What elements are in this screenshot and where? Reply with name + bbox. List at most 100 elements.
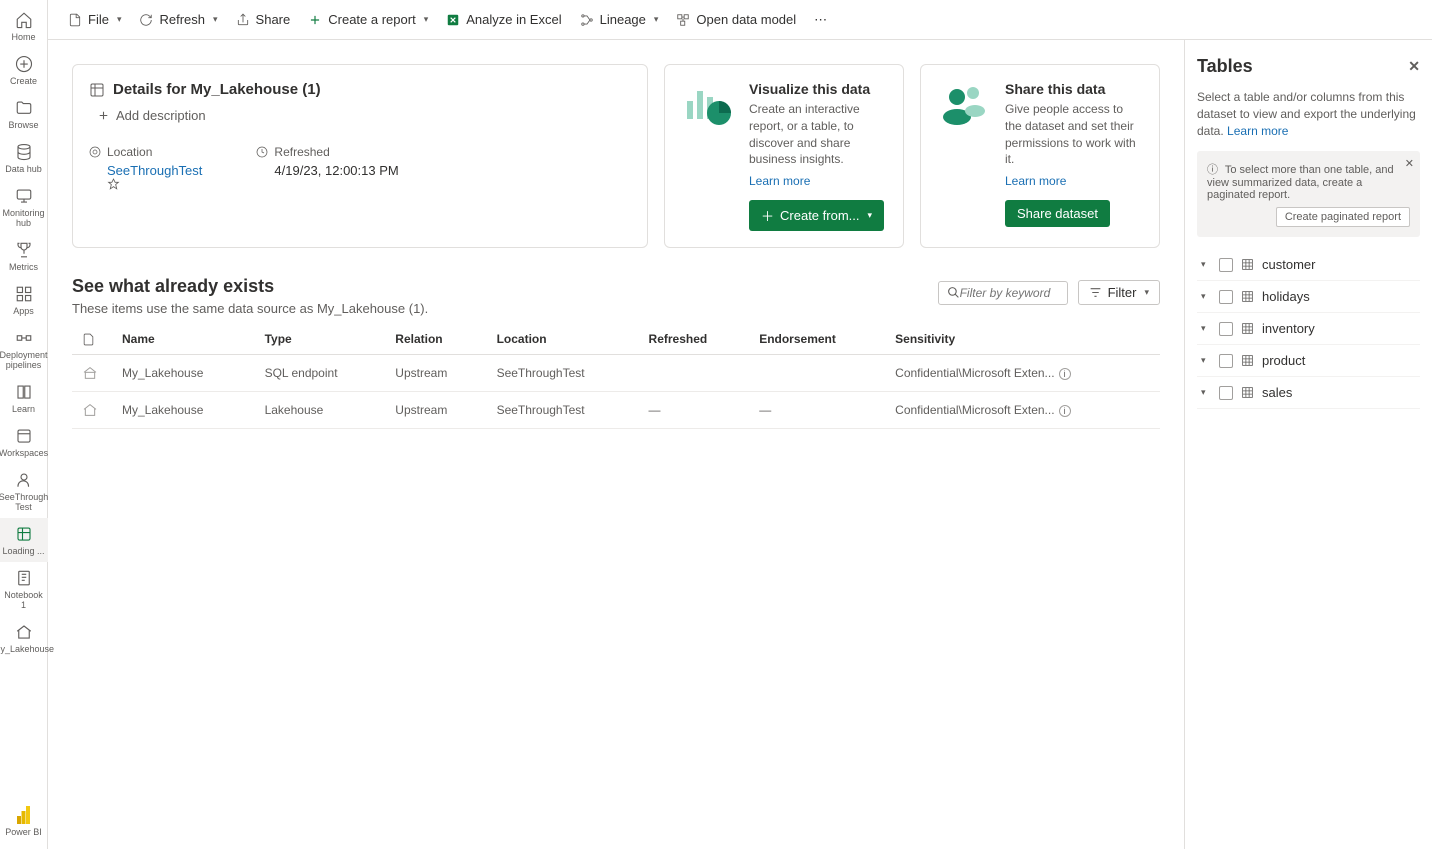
file-menu[interactable]: File ▾ xyxy=(60,8,129,31)
analyze-excel-button[interactable]: Analyze in Excel xyxy=(438,8,569,31)
nav-label: SeeThrough Test xyxy=(0,492,48,512)
col-refreshed[interactable]: Refreshed xyxy=(639,324,750,355)
chevron-down-icon[interactable]: ▾ xyxy=(1201,355,1211,366)
share-button[interactable]: Share xyxy=(228,8,299,31)
row-name: My_Lakehouse xyxy=(112,392,255,429)
table-item-customer[interactable]: ▾ customer xyxy=(1197,249,1420,281)
table-icon xyxy=(1241,322,1254,335)
learn-more-link[interactable]: Learn more xyxy=(1005,174,1066,188)
table-name: sales xyxy=(1262,385,1292,400)
nav-metrics[interactable]: Metrics xyxy=(0,234,48,278)
row-relation: Upstream xyxy=(385,392,486,429)
refreshed-value: 4/19/23, 12:00:13 PM xyxy=(274,163,398,178)
chevron-down-icon[interactable]: ▾ xyxy=(1201,259,1211,270)
nav-notebook[interactable]: Notebook 1 xyxy=(0,562,48,616)
nav-apps[interactable]: Apps xyxy=(0,278,48,322)
learn-more-link[interactable]: Learn more xyxy=(749,174,810,188)
learn-more-link[interactable]: Learn more xyxy=(1227,124,1288,138)
visualize-card: Visualize this data Create an interactiv… xyxy=(664,64,904,248)
card-desc: Create an interactive report, or a table… xyxy=(749,101,887,168)
filter-input[interactable] xyxy=(960,286,1059,300)
ellipsis-icon: ⋯ xyxy=(814,12,827,28)
col-relation[interactable]: Relation xyxy=(385,324,486,355)
table-item-inventory[interactable]: ▾ inventory xyxy=(1197,313,1420,345)
checkbox[interactable] xyxy=(1219,290,1233,304)
nav-loading[interactable]: Loading ... xyxy=(0,518,48,562)
create-report-menu[interactable]: Create a report ▾ xyxy=(300,8,436,31)
row-sensitivity: Confidential\Microsoft Exten... xyxy=(895,366,1054,380)
chevron-down-icon[interactable]: ▾ xyxy=(1201,291,1211,302)
filter-keyword-search[interactable] xyxy=(938,281,1068,305)
nav-learn[interactable]: Learn xyxy=(0,376,48,420)
nav-powerbi[interactable]: Power BI xyxy=(0,799,48,843)
btn-label: Create from... xyxy=(780,208,859,223)
open-datamodel-button[interactable]: Open data model xyxy=(668,8,804,31)
col-location[interactable]: Location xyxy=(487,324,639,355)
col-sensitivity[interactable]: Sensitivity xyxy=(885,324,1160,355)
tables-panel: Tables ✕ Select a table and/or columns f… xyxy=(1184,40,1432,849)
nav-label: My_Lakehouse xyxy=(0,644,54,654)
chevron-down-icon[interactable]: ▾ xyxy=(1201,387,1211,398)
lineage-menu[interactable]: Lineage ▾ xyxy=(572,8,667,31)
chevron-down-icon[interactable]: ▾ xyxy=(1201,323,1211,334)
share-icon xyxy=(236,13,250,27)
nav-datahub[interactable]: Data hub xyxy=(0,136,48,180)
left-nav-rail: Home Create Browse Data hub Monitoring h… xyxy=(0,0,48,849)
nav-label: Workspaces xyxy=(0,448,48,458)
location-link[interactable]: SeeThroughTest xyxy=(107,163,202,178)
nav-create[interactable]: Create xyxy=(0,48,48,92)
nav-browse[interactable]: Browse xyxy=(0,92,48,136)
nav-lakehouse[interactable]: My_Lakehouse xyxy=(0,616,48,660)
table-row[interactable]: My_Lakehouse Lakehouse Upstream SeeThrou… xyxy=(72,392,1160,429)
checkbox[interactable] xyxy=(1219,386,1233,400)
col-name[interactable]: Name xyxy=(112,324,255,355)
nav-pipelines[interactable]: Deployment pipelines xyxy=(0,322,48,376)
create-from-button[interactable]: ＋ Create from... ▾ xyxy=(749,200,884,231)
table-item-holidays[interactable]: ▾ holidays xyxy=(1197,281,1420,313)
panel-title: Tables xyxy=(1197,56,1253,77)
more-menu[interactable]: ⋯ xyxy=(806,8,835,32)
table-row[interactable]: My_Lakehouse SQL endpoint Upstream SeeTh… xyxy=(72,355,1160,392)
checkbox[interactable] xyxy=(1219,322,1233,336)
share-dataset-button[interactable]: Share dataset xyxy=(1005,200,1110,227)
nav-monitoring[interactable]: Monitoring hub xyxy=(0,180,48,234)
nav-label: Learn xyxy=(12,404,35,414)
excel-icon xyxy=(446,13,460,27)
row-location: SeeThroughTest xyxy=(487,355,639,392)
top-toolbar: File ▾ Refresh ▾ Share Create a report ▾… xyxy=(48,0,1432,40)
info-banner: ✕ ⓘ To select more than one table, and v… xyxy=(1197,151,1420,237)
banner-text: To select more than one table, and view … xyxy=(1207,164,1394,201)
nav-label: Deployment pipelines xyxy=(0,350,48,370)
close-icon[interactable]: ✕ xyxy=(1408,58,1420,75)
pipeline-icon xyxy=(14,328,34,348)
existing-items-table: Name Type Relation Location Refreshed En… xyxy=(72,324,1160,429)
trophy-icon xyxy=(14,240,34,260)
nav-seethrough[interactable]: SeeThrough Test xyxy=(0,464,48,518)
table-item-product[interactable]: ▾ product xyxy=(1197,345,1420,377)
nav-workspaces[interactable]: Workspaces xyxy=(0,420,48,464)
filter-button[interactable]: Filter ▾ xyxy=(1078,280,1160,305)
col-endorsement[interactable]: Endorsement xyxy=(749,324,885,355)
add-description-button[interactable]: Add description xyxy=(97,108,206,123)
info-icon[interactable]: i xyxy=(1059,368,1071,380)
col-type[interactable]: Type xyxy=(255,324,386,355)
close-icon[interactable]: ✕ xyxy=(1405,157,1414,170)
chevron-down-icon: ▾ xyxy=(654,14,659,25)
btn-label: Lineage xyxy=(600,12,646,27)
row-endorsement xyxy=(749,355,885,392)
monitor-icon xyxy=(14,186,34,206)
refresh-menu[interactable]: Refresh ▾ xyxy=(131,8,225,31)
premium-icon xyxy=(107,178,208,191)
nav-home[interactable]: Home xyxy=(0,4,48,48)
share-card: Share this data Give people access to th… xyxy=(920,64,1160,248)
file-icon xyxy=(68,13,82,27)
info-icon[interactable]: i xyxy=(1059,405,1071,417)
checkbox[interactable] xyxy=(1219,354,1233,368)
row-refreshed xyxy=(639,355,750,392)
people-icon xyxy=(937,81,993,129)
table-item-sales[interactable]: ▾ sales xyxy=(1197,377,1420,409)
create-paginated-report-button[interactable]: Create paginated report xyxy=(1276,207,1410,227)
checkbox[interactable] xyxy=(1219,258,1233,272)
row-endorsement: — xyxy=(749,392,885,429)
location-label: Location xyxy=(89,145,208,159)
